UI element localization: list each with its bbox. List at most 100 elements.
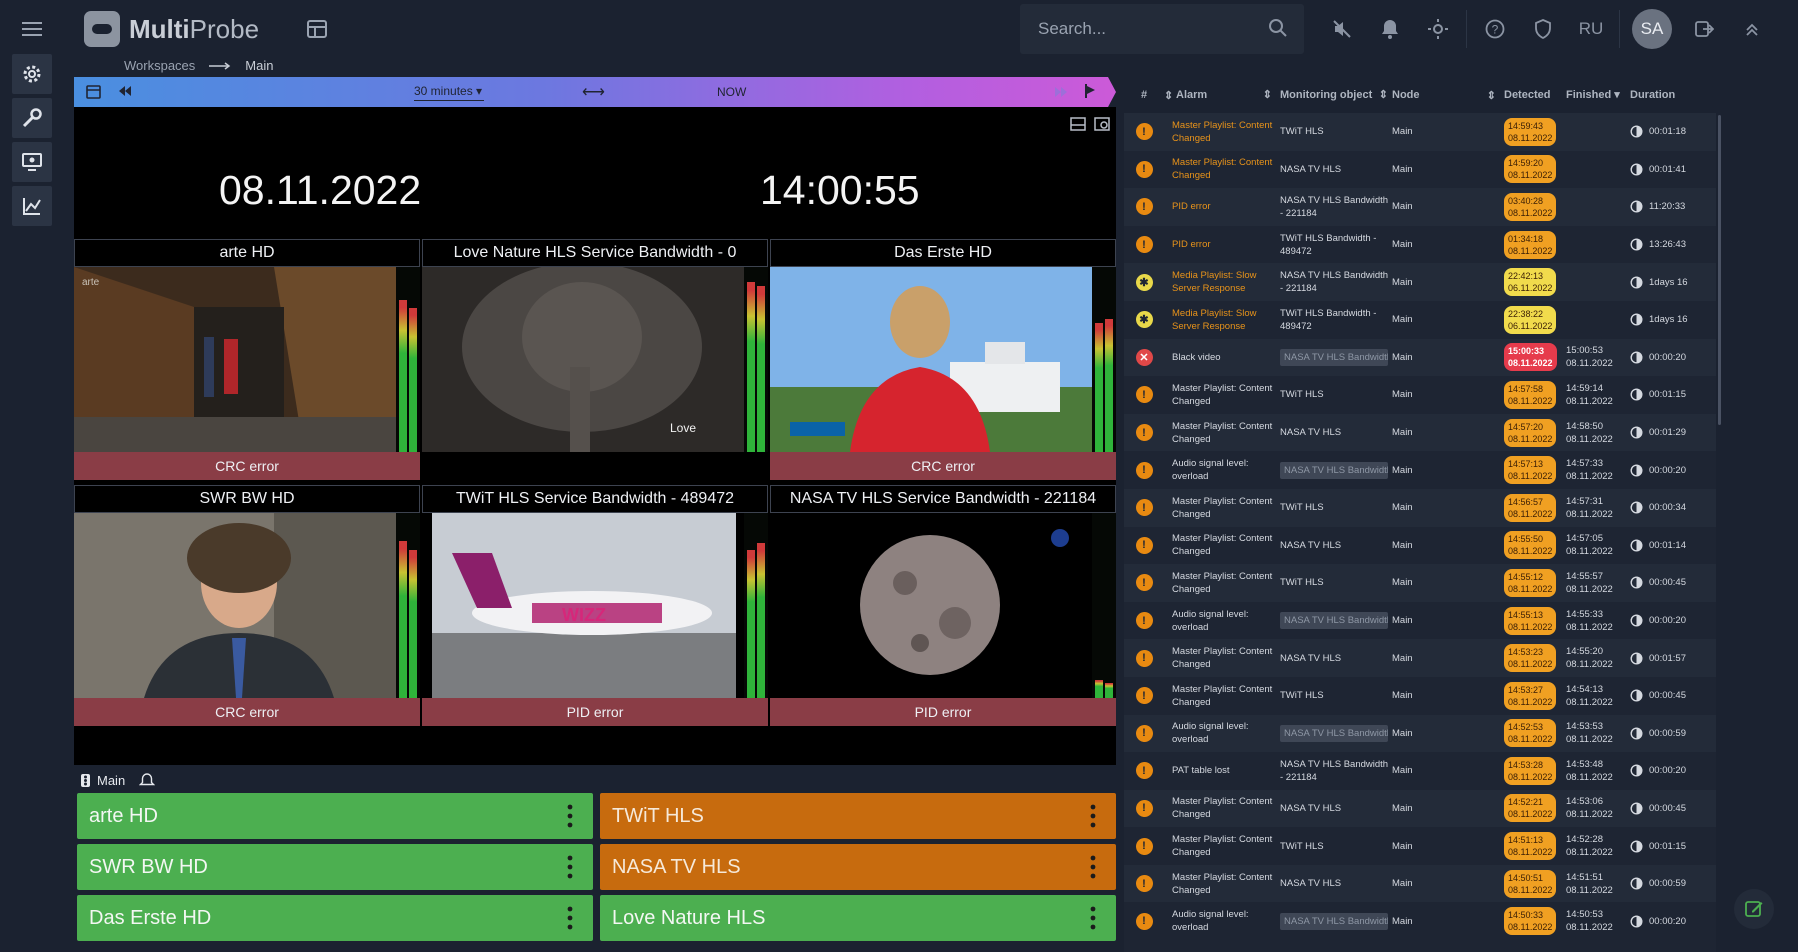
video-cell[interactable]: Love Nature HLS Service Bandwidth - 0 Lo…	[422, 239, 768, 452]
col-alarm[interactable]: Alarm ⇕	[1176, 89, 1280, 102]
expand-horizontal-icon[interactable]: ⟷	[582, 82, 605, 102]
monitoring-object[interactable]: NASA TV HLS	[1280, 426, 1392, 439]
search-icon[interactable]	[1266, 16, 1290, 40]
avatar[interactable]: SA	[1632, 9, 1672, 49]
video-cell[interactable]: arte HD arte CRC error	[74, 239, 420, 480]
table-row[interactable]: ! Master Playlist: Content Changed NASA TV…	[1124, 789, 1716, 828]
bell-icon[interactable]	[1366, 5, 1414, 53]
tile-arte-hd[interactable]: arte HD	[77, 793, 593, 839]
monitoring-object[interactable]: TWiT HLS	[1280, 125, 1392, 138]
tile-swr-bw-hd[interactable]: SWR BW HD	[77, 844, 593, 890]
settings-gear-icon[interactable]	[12, 54, 52, 94]
table-row[interactable]: ! Master Playlist: Content Changed NASA TV…	[1124, 413, 1716, 452]
rewind-icon[interactable]	[118, 85, 132, 100]
more-vertical-icon[interactable]	[567, 803, 573, 829]
col-duration[interactable]: Duration	[1630, 89, 1700, 101]
sort-icon[interactable]: ⇕	[1487, 89, 1496, 102]
table-row[interactable]: ! Master Playlist: Content Changed TWiT HL…	[1124, 376, 1716, 414]
video-cell[interactable]: Das Erste HD CRC error	[770, 239, 1116, 480]
monitoring-object[interactable]: TWiT HLS	[1280, 388, 1392, 401]
video-cell[interactable]: SWR BW HD CRC error	[74, 485, 420, 726]
more-vertical-icon[interactable]	[1090, 905, 1096, 931]
tile-love-nature-hls[interactable]: Love Nature HLS	[600, 895, 1116, 941]
monitoring-object[interactable]: NASA TV HLS Bandwidth - 221184>...	[1280, 724, 1392, 742]
table-row[interactable]: ! PID error NASA TV HLS Bandwidth - 221184…	[1124, 188, 1716, 226]
table-row[interactable]: ! Master Playlist: Content Changed TWiT HL…	[1124, 677, 1716, 715]
jump-to-end-icon[interactable]	[1084, 84, 1096, 101]
monitoring-object[interactable]: NASA TV HLS	[1280, 652, 1392, 665]
monitoring-object[interactable]: NASA TV HLS Bandwidth - 221184	[1280, 269, 1392, 295]
col-detected[interactable]: Detected	[1504, 89, 1566, 101]
table-row[interactable]: ! Audio signal level: overload NASA TV HLS…	[1124, 902, 1716, 940]
mute-icon[interactable]	[1318, 5, 1366, 53]
dashboard-layout-icon[interactable]	[295, 7, 339, 51]
timeline-bar[interactable]: 30 minutes ▾ ⟷ NOW	[74, 77, 1116, 107]
table-row[interactable]: ! Master Playlist: Content Changed TWiT HL…	[1124, 488, 1716, 527]
language-switch[interactable]: RU	[1567, 5, 1615, 53]
table-row[interactable]: ! Master Playlist: Content Changed NASA TV…	[1124, 151, 1716, 189]
zoom-view-icon[interactable]	[1094, 117, 1110, 136]
sort-icon[interactable]: ⇕	[1263, 89, 1272, 102]
wrench-icon[interactable]	[12, 98, 52, 138]
monitoring-object[interactable]: TWiT HLS	[1280, 689, 1392, 702]
table-row[interactable]: ! Master Playlist: Content Changed NASA TV…	[1124, 864, 1716, 903]
calendar-icon[interactable]	[86, 84, 101, 102]
monitoring-object[interactable]: TWiT HLS	[1280, 501, 1392, 514]
more-vertical-icon[interactable]	[1090, 854, 1096, 880]
table-row[interactable]: ! Master Playlist: Content Changed NASA TV…	[1124, 639, 1716, 677]
table-row[interactable]: ! Master Playlist: Content Changed TWiT HL…	[1124, 564, 1716, 602]
monitor-icon[interactable]	[12, 142, 52, 182]
monitoring-object[interactable]: NASA TV HLS Bandwidth - 221184>...	[1280, 612, 1392, 630]
logout-icon[interactable]	[1680, 5, 1728, 53]
col-object[interactable]: Monitoring object ⇕	[1280, 89, 1392, 102]
col-node[interactable]: Node ⇕	[1392, 89, 1504, 102]
tile-nasa-tv-hls[interactable]: NASA TV HLS	[600, 844, 1116, 890]
table-row[interactable]: ! Master Playlist: Content Changed TWiT HL…	[1124, 827, 1716, 865]
table-row[interactable]: ! Master Playlist: Content Changed TWiT HL…	[1124, 113, 1716, 151]
theme-sun-icon[interactable]	[1414, 5, 1462, 53]
table-row[interactable]: ✱ Media Playlist: Slow Server Response NAS…	[1124, 263, 1716, 301]
tile-das-erste-hd[interactable]: Das Erste HD	[77, 895, 593, 941]
more-vertical-icon[interactable]	[1090, 803, 1096, 829]
layout-icon[interactable]	[1070, 117, 1086, 136]
monitoring-object[interactable]: NASA TV HLS Bandwidth - 221184>...	[1280, 461, 1392, 479]
monitoring-object[interactable]: NASA TV HLS Bandwidth - 221184	[1280, 758, 1392, 784]
monitoring-object[interactable]: NASA TV HLS	[1280, 539, 1392, 552]
monitoring-object[interactable]: TWiT HLS	[1280, 576, 1392, 589]
table-row[interactable]: ! PID error TWiT HLS Bandwidth - 489472 Mai…	[1124, 226, 1716, 264]
tile-twit-hls[interactable]: TWiT HLS	[600, 793, 1116, 839]
collapse-up-icon[interactable]	[1728, 5, 1776, 53]
shield-icon[interactable]	[1519, 5, 1567, 53]
monitoring-object[interactable]: NASA TV HLS	[1280, 163, 1392, 176]
more-vertical-icon[interactable]	[567, 905, 573, 931]
monitoring-object[interactable]: TWiT HLS	[1280, 840, 1392, 853]
app-logo[interactable]: MultiProbe	[84, 11, 259, 47]
fast-forward-icon[interactable]	[1054, 86, 1068, 101]
bell-outline-icon[interactable]	[139, 773, 156, 788]
video-cell[interactable]: NASA TV HLS Service Bandwidth - 221184 P…	[770, 485, 1116, 726]
table-row[interactable]: ! Audio signal level: overload NASA TV HLS…	[1124, 602, 1716, 640]
sort-icon[interactable]: ⇕	[1379, 89, 1388, 102]
edit-button[interactable]	[1734, 889, 1774, 929]
col-finished[interactable]: Finished ▾	[1566, 89, 1630, 102]
sort-icon[interactable]: ⇕	[1164, 89, 1176, 102]
hamburger-menu-icon[interactable]	[10, 7, 54, 51]
search-input[interactable]: Search...	[1020, 4, 1304, 54]
table-row[interactable]: ! Master Playlist: Content Changed NASA TV…	[1124, 527, 1716, 565]
monitoring-object[interactable]: NASA TV HLS	[1280, 802, 1392, 815]
breadcrumb-workspaces[interactable]: Workspaces	[124, 58, 195, 73]
monitoring-object[interactable]: TWiT HLS Bandwidth - 489472	[1280, 307, 1392, 333]
monitoring-object[interactable]: NASA TV HLS	[1280, 877, 1392, 890]
now-label[interactable]: NOW	[717, 85, 746, 99]
monitoring-object[interactable]: NASA TV HLS Bandwidth - 221184>...	[1280, 912, 1392, 930]
table-row[interactable]: ✱ Media Playlist: Slow Server Response TWi…	[1124, 301, 1716, 339]
table-row[interactable]: ! Audio signal level: overload NASA TV HLS…	[1124, 451, 1716, 489]
monitoring-object[interactable]: NASA TV HLS Bandwidth - 221184>...	[1280, 348, 1392, 366]
alarms-scrollbar[interactable]	[1718, 115, 1721, 425]
table-row[interactable]: ! Audio signal level: overload NASA TV HLS…	[1124, 714, 1716, 753]
monitoring-object[interactable]: TWiT HLS Bandwidth - 489472	[1280, 232, 1392, 258]
more-vertical-icon[interactable]	[567, 854, 573, 880]
table-row[interactable]: ! PAT table lost NASA TV HLS Bandwidth - 2…	[1124, 752, 1716, 790]
col-num[interactable]: #	[1124, 89, 1164, 101]
video-cell[interactable]: TWiT HLS Service Bandwidth - 489472 WIZZ…	[422, 485, 768, 726]
